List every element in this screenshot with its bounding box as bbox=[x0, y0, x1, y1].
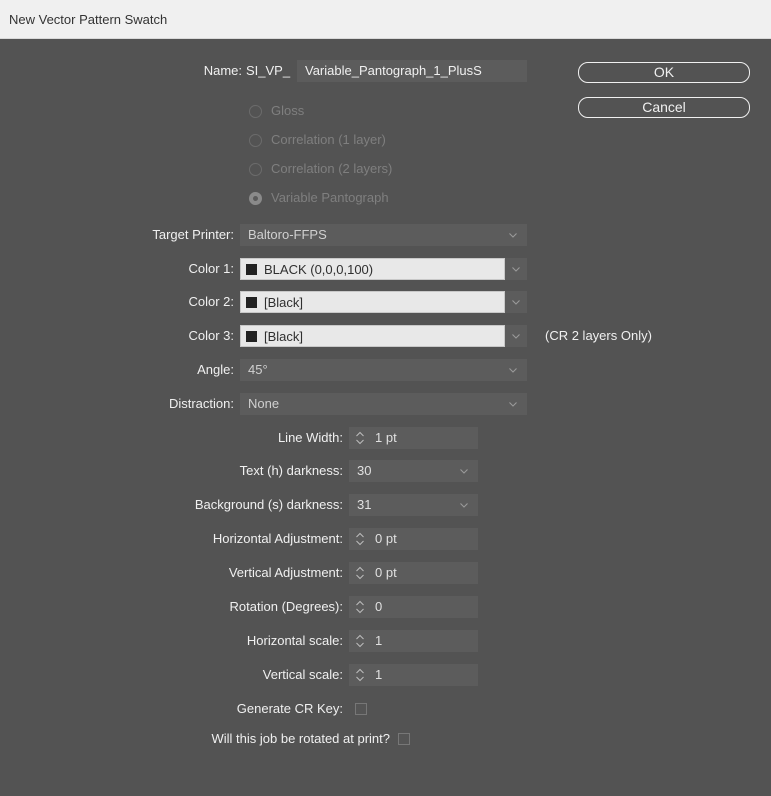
angle-label: Angle: bbox=[197, 362, 234, 377]
vertical-scale-value: 1 bbox=[375, 667, 383, 682]
background-darkness-value: 31 bbox=[357, 497, 372, 512]
horizontal-scale-value: 1 bbox=[375, 633, 383, 648]
generate-cr-key-label: Generate CR Key: bbox=[236, 701, 343, 716]
text-darkness-dropdown[interactable]: 30 bbox=[349, 460, 478, 482]
radio-gloss-label: Gloss bbox=[271, 103, 305, 118]
chevron-down-icon bbox=[460, 503, 468, 508]
vertical-scale-label: Vertical scale: bbox=[262, 667, 343, 682]
line-width-stepper[interactable]: 1 pt bbox=[349, 427, 478, 449]
stepper-arrows-icon bbox=[356, 668, 364, 682]
radio-gloss[interactable] bbox=[249, 105, 262, 118]
color-swatch-icon bbox=[246, 264, 257, 275]
name-input[interactable]: Variable_Pantograph_1_PlusS bbox=[297, 60, 527, 82]
horizontal-adjustment-stepper[interactable]: 0 pt bbox=[349, 528, 478, 550]
chevron-down-icon bbox=[512, 267, 520, 272]
color3-dropdown[interactable]: [Black] bbox=[240, 325, 527, 347]
rotated-at-print-label: Will this job be rotated at print? bbox=[211, 731, 390, 746]
background-darkness-label: Background (s) darkness: bbox=[194, 497, 343, 512]
rotation-value: 0 bbox=[375, 599, 383, 614]
generate-cr-key-checkbox[interactable] bbox=[355, 703, 367, 715]
horizontal-adjustment-value: 0 pt bbox=[375, 531, 397, 546]
text-darkness-value: 30 bbox=[357, 463, 372, 478]
horizontal-adjustment-label: Horizontal Adjustment: bbox=[212, 531, 343, 546]
chevron-down-icon bbox=[512, 334, 520, 339]
title-bar: New Vector Pattern Swatch bbox=[0, 0, 771, 39]
target-printer-label: Target Printer: bbox=[152, 227, 234, 242]
radio-variable-pantograph[interactable] bbox=[249, 192, 262, 205]
text-darkness-label: Text (h) darkness: bbox=[239, 463, 343, 478]
chevron-down-icon bbox=[509, 233, 517, 238]
rotation-label: Rotation (Degrees): bbox=[229, 599, 343, 614]
stepper-arrows-icon bbox=[356, 431, 364, 445]
target-printer-dropdown[interactable]: Baltoro-FFPS bbox=[240, 224, 527, 246]
vertical-adjustment-label: Vertical Adjustment: bbox=[228, 565, 343, 580]
color1-value: BLACK (0,0,0,100) bbox=[264, 262, 374, 277]
line-width-value: 1 pt bbox=[375, 430, 397, 445]
color1-dropdown[interactable]: BLACK (0,0,0,100) bbox=[240, 258, 527, 280]
chevron-down-icon bbox=[509, 368, 517, 373]
distraction-value: None bbox=[248, 396, 280, 411]
stepper-arrows-icon bbox=[356, 634, 364, 648]
rotation-stepper[interactable]: 0 bbox=[349, 596, 478, 618]
window-title: New Vector Pattern Swatch bbox=[9, 11, 168, 27]
distraction-dropdown[interactable]: None bbox=[240, 393, 527, 415]
chevron-down-icon bbox=[512, 300, 520, 305]
color3-value: [Black] bbox=[264, 329, 304, 344]
radio-correlation-2-label: Correlation (2 layers) bbox=[271, 161, 393, 176]
chevron-down-icon bbox=[509, 402, 517, 407]
line-width-label: Line Width: bbox=[277, 430, 343, 445]
color-swatch-icon bbox=[246, 331, 257, 342]
name-label: Name: bbox=[203, 63, 242, 78]
angle-dropdown[interactable]: 45° bbox=[240, 359, 527, 381]
horizontal-scale-label: Horizontal scale: bbox=[246, 633, 343, 648]
color3-field: [Black] bbox=[240, 325, 505, 347]
target-printer-value: Baltoro-FFPS bbox=[248, 227, 327, 242]
stepper-arrows-icon bbox=[356, 532, 364, 546]
radio-correlation-2[interactable] bbox=[249, 163, 262, 176]
distraction-label: Distraction: bbox=[168, 396, 234, 411]
chevron-down-icon bbox=[460, 469, 468, 474]
vertical-scale-stepper[interactable]: 1 bbox=[349, 664, 478, 686]
color1-field: BLACK (0,0,0,100) bbox=[240, 258, 505, 280]
radio-correlation-1[interactable] bbox=[249, 134, 262, 147]
stepper-arrows-icon bbox=[356, 600, 364, 614]
color2-label: Color 2: bbox=[188, 294, 234, 309]
cancel-button[interactable]: Cancel bbox=[578, 97, 750, 118]
color2-field: [Black] bbox=[240, 291, 505, 313]
stepper-arrows-icon bbox=[356, 566, 364, 580]
vertical-adjustment-stepper[interactable]: 0 pt bbox=[349, 562, 478, 584]
ok-button[interactable]: OK bbox=[578, 62, 750, 83]
dialog-body: Name: SI_VP_ Variable_Pantograph_1_PlusS… bbox=[0, 39, 771, 796]
radio-variable-pantograph-label: Variable Pantograph bbox=[271, 190, 389, 205]
horizontal-scale-stepper[interactable]: 1 bbox=[349, 630, 478, 652]
rotated-at-print-checkbox[interactable] bbox=[398, 733, 410, 745]
name-prefix: SI_VP_ bbox=[246, 63, 291, 78]
color-swatch-icon bbox=[246, 297, 257, 308]
color2-value: [Black] bbox=[264, 295, 304, 310]
color1-label: Color 1: bbox=[188, 261, 234, 276]
color3-label: Color 3: bbox=[188, 328, 234, 343]
angle-value: 45° bbox=[248, 362, 268, 377]
vertical-adjustment-value: 0 pt bbox=[375, 565, 397, 580]
radio-correlation-1-label: Correlation (1 layer) bbox=[271, 132, 386, 147]
background-darkness-dropdown[interactable]: 31 bbox=[349, 494, 478, 516]
color2-dropdown[interactable]: [Black] bbox=[240, 291, 527, 313]
color3-note: (CR 2 layers Only) bbox=[545, 328, 652, 343]
